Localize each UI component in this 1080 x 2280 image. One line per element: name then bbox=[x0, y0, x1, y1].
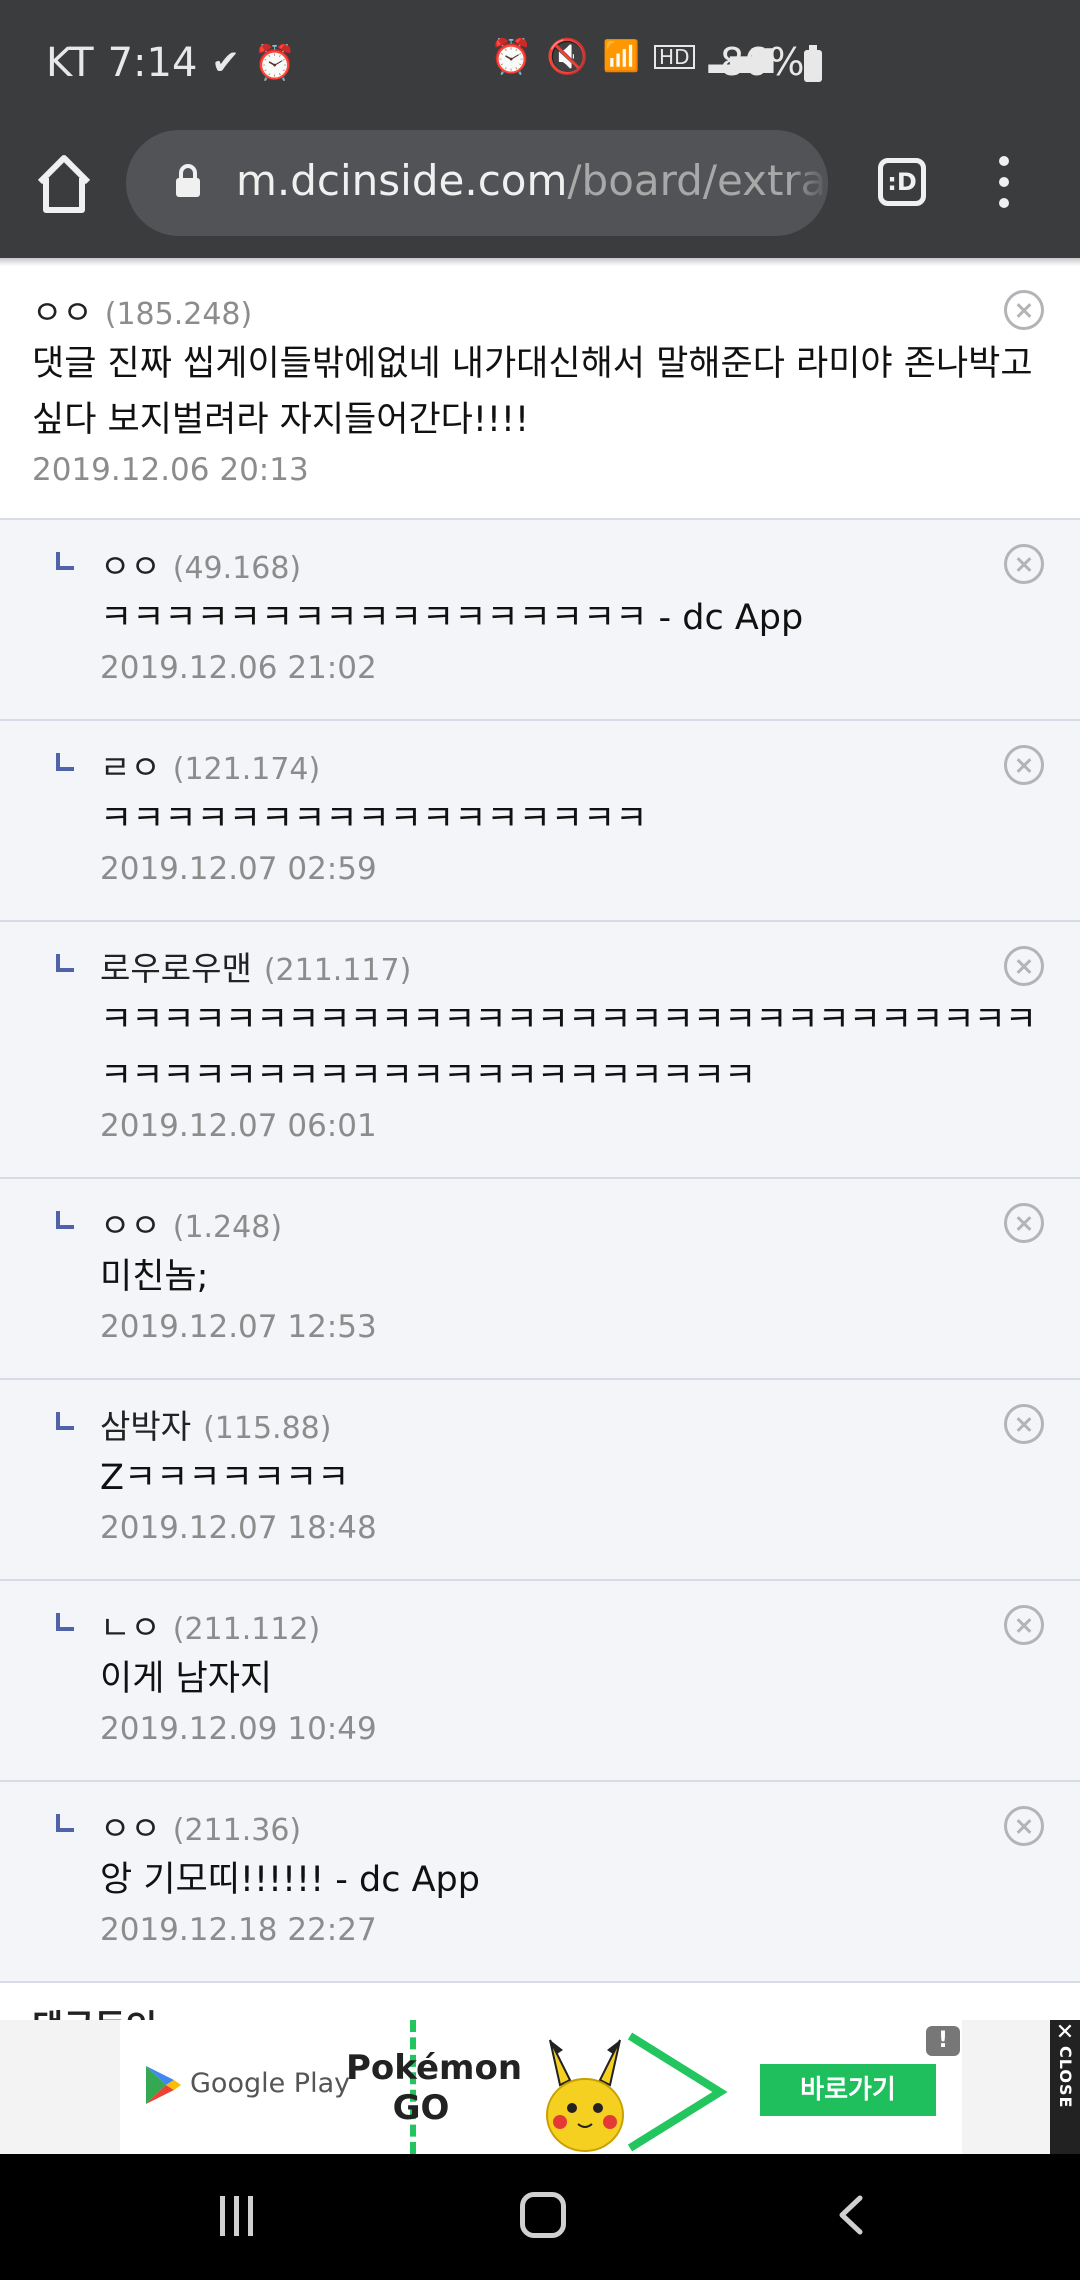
url-fade bbox=[788, 130, 828, 236]
close-label: CLOSE bbox=[1056, 2046, 1075, 2109]
battery-icon bbox=[804, 45, 822, 82]
comment-date: 2019.12.18 22:27 bbox=[100, 1912, 377, 1948]
comment-ip: (211.36) bbox=[172, 1813, 302, 1848]
reply-arrow-icon bbox=[56, 1412, 74, 1430]
clock: 7:14 bbox=[107, 40, 198, 86]
comment-author[interactable]: ㄴㅇ bbox=[100, 1601, 161, 1649]
hd-icon: HD bbox=[654, 45, 695, 69]
mute-icon: 🔇 bbox=[546, 37, 589, 77]
home-nav-icon[interactable] bbox=[520, 2192, 566, 2238]
comment-date: 2019.12.06 20:13 bbox=[32, 452, 309, 488]
comment-ip: (211.117) bbox=[263, 953, 412, 988]
reply-arrow-icon bbox=[56, 1211, 74, 1229]
comment-author[interactable]: 삼박자 bbox=[100, 1400, 191, 1448]
delete-comment-icon[interactable] bbox=[1004, 290, 1044, 330]
reply-arrow-icon bbox=[56, 954, 74, 972]
tabs-button[interactable]: :D bbox=[878, 158, 926, 206]
comment-text: 댓글 진짜 씹게이들밖에없네 내가대신해서 말해준다 라미야 존나박고싶다 보지… bbox=[32, 344, 1033, 440]
comment-text: ㅋㅋㅋㅋㅋㅋㅋㅋㅋㅋㅋㅋㅋㅋㅋㅋㅋ - dc App bbox=[100, 598, 804, 638]
reply-comment: 삼박자 (115.88) Zㅋㅋㅋㅋㅋㅋㅋ 2019.12.07 18:48 bbox=[0, 1380, 1080, 1581]
delete-comment-icon[interactable] bbox=[1004, 1806, 1044, 1846]
reply-comment: 로우로우맨 (211.117) ㅋㅋㅋㅋㅋㅋㅋㅋㅋㅋㅋㅋㅋㅋㅋㅋㅋㅋㅋㅋㅋㅋㅋㅋ… bbox=[0, 922, 1080, 1179]
comment-text: Zㅋㅋㅋㅋㅋㅋㅋ bbox=[100, 1458, 350, 1498]
comment-date: 2019.12.09 10:49 bbox=[100, 1711, 377, 1747]
ad-close-button[interactable]: ✕ CLOSE bbox=[1050, 2020, 1080, 2154]
system-nav-bar bbox=[0, 2154, 1080, 2280]
browser-toolbar: m.dcinside.com/board/extra :D bbox=[0, 130, 1080, 258]
ad-cta-button[interactable]: 바로가기 bbox=[760, 2064, 936, 2116]
delete-comment-icon[interactable] bbox=[1004, 1203, 1044, 1243]
comment-ip: (115.88) bbox=[203, 1411, 332, 1446]
back-icon[interactable] bbox=[836, 2194, 866, 2236]
address-bar[interactable]: m.dcinside.com/board/extra bbox=[126, 130, 828, 236]
more-menu-icon[interactable] bbox=[994, 156, 1014, 212]
url-text: m.dcinside.com/board/extra bbox=[236, 156, 826, 205]
comment-date: 2019.12.07 12:53 bbox=[100, 1309, 377, 1345]
delete-comment-icon[interactable] bbox=[1004, 544, 1044, 584]
comment-author[interactable]: ㅇㅇ bbox=[32, 286, 93, 334]
battery-percent: 86% bbox=[720, 40, 805, 84]
lock-icon bbox=[176, 164, 200, 197]
status-right: ⏰ 🔇 📶 HD ▂▄▆ 86% bbox=[490, 37, 820, 84]
comment-date: 2019.12.07 18:48 bbox=[100, 1510, 377, 1546]
comment-ip: (211.112) bbox=[172, 1612, 321, 1647]
home-icon[interactable] bbox=[34, 150, 94, 220]
recent-apps-icon[interactable] bbox=[220, 2196, 264, 2236]
delete-comment-icon[interactable] bbox=[1004, 745, 1044, 785]
comment-author[interactable]: ㅇㅇ bbox=[100, 540, 161, 588]
reply-arrow-icon bbox=[56, 1814, 74, 1832]
delete-comment-icon[interactable] bbox=[1004, 946, 1044, 986]
alarm-small-icon: ⏰ bbox=[253, 43, 297, 83]
reply-comment: ㄴㅇ (211.112) 이게 남자지 2019.12.09 10:49 bbox=[0, 1581, 1080, 1782]
ad-content[interactable]: Google Play Pokémon GO 바로가기 ! bbox=[120, 2020, 962, 2154]
comment-text: 이게 남자지 bbox=[100, 1659, 273, 1699]
comment-list: ㅇㅇ (185.248) 댓글 진짜 씹게이들밖에없네 내가대신해서 말해준다 … bbox=[0, 266, 1080, 1983]
delete-comment-icon[interactable] bbox=[1004, 1605, 1044, 1645]
comment-author[interactable]: ㄹㅇ bbox=[100, 741, 161, 789]
ad-banner[interactable]: Google Play Pokémon GO 바로가기 ! ✕ CLOSE bbox=[0, 2020, 1080, 2154]
comment-author[interactable]: 로우로우맨 bbox=[100, 942, 252, 990]
comment-date: 2019.12.07 06:01 bbox=[100, 1108, 377, 1144]
ad-arrow-graphic bbox=[627, 2032, 728, 2152]
comment-text: ㅋㅋㅋㅋㅋㅋㅋㅋㅋㅋㅋㅋㅋㅋㅋㅋㅋㅋㅋㅋㅋㅋㅋㅋㅋㅋㅋㅋㅋㅋㅋㅋㅋㅋㅋㅋㅋㅋㅋㅋ… bbox=[100, 1000, 1037, 1096]
comment-ip: (49.168) bbox=[172, 551, 302, 586]
url-host: m.dcinside.com bbox=[236, 156, 568, 205]
comment-date: 2019.12.07 02:59 bbox=[100, 851, 377, 887]
status-left: KT 7:14 ✔ ⏰ bbox=[46, 40, 296, 86]
delete-comment-icon[interactable] bbox=[1004, 1404, 1044, 1444]
reply-comment: ㄹㅇ (121.174) ㅋㅋㅋㅋㅋㅋㅋㅋㅋㅋㅋㅋㅋㅋㅋㅋㅋ 2019.12.0… bbox=[0, 721, 1080, 922]
alarm-icon: ⏰ bbox=[490, 37, 533, 77]
comment: ㅇㅇ (185.248) 댓글 진짜 씹게이들밖에없네 내가대신해서 말해준다 … bbox=[0, 266, 1080, 520]
comment-text: 미친놈; bbox=[100, 1257, 209, 1297]
download-done-icon: ✔ bbox=[211, 43, 240, 83]
reply-arrow-icon bbox=[56, 1613, 74, 1631]
toolbar-shadow bbox=[0, 258, 1080, 266]
game-title: Pokémon GO bbox=[346, 2048, 523, 2128]
comment-author[interactable]: ㅇㅇ bbox=[100, 1199, 161, 1247]
close-icon: ✕ bbox=[1055, 2020, 1075, 2045]
comment-ip: (185.248) bbox=[104, 297, 253, 332]
comment-ip: (1.248) bbox=[172, 1210, 283, 1245]
comment-author[interactable]: ㅇㅇ bbox=[100, 1802, 161, 1850]
reply-comment: ㅇㅇ (49.168) ㅋㅋㅋㅋㅋㅋㅋㅋㅋㅋㅋㅋㅋㅋㅋㅋㅋ - dc App 2… bbox=[0, 520, 1080, 721]
comment-text: 앙 기모띠!!!!!! - dc App bbox=[100, 1860, 480, 1900]
reply-arrow-icon bbox=[56, 753, 74, 771]
reply-comment: ㅇㅇ (1.248) 미친놈; 2019.12.07 12:53 bbox=[0, 1179, 1080, 1380]
status-bar: KT 7:14 ✔ ⏰ ⏰ 🔇 📶 HD ▂▄▆ 86% bbox=[0, 0, 1080, 130]
comment-ip: (121.174) bbox=[172, 752, 321, 787]
carrier-label: KT bbox=[46, 40, 94, 86]
wifi-icon: 📶 bbox=[602, 39, 641, 74]
comment-text: ㅋㅋㅋㅋㅋㅋㅋㅋㅋㅋㅋㅋㅋㅋㅋㅋㅋ bbox=[100, 799, 648, 839]
store-label: Google Play bbox=[190, 2068, 351, 2099]
reply-arrow-icon bbox=[56, 552, 74, 570]
google-play-icon bbox=[146, 2066, 181, 2104]
ad-info-icon[interactable]: ! bbox=[926, 2026, 960, 2056]
comment-date: 2019.12.06 21:02 bbox=[100, 650, 377, 686]
reply-comment: ㅇㅇ (211.36) 앙 기모띠!!!!!! - dc App 2019.12… bbox=[0, 1782, 1080, 1983]
